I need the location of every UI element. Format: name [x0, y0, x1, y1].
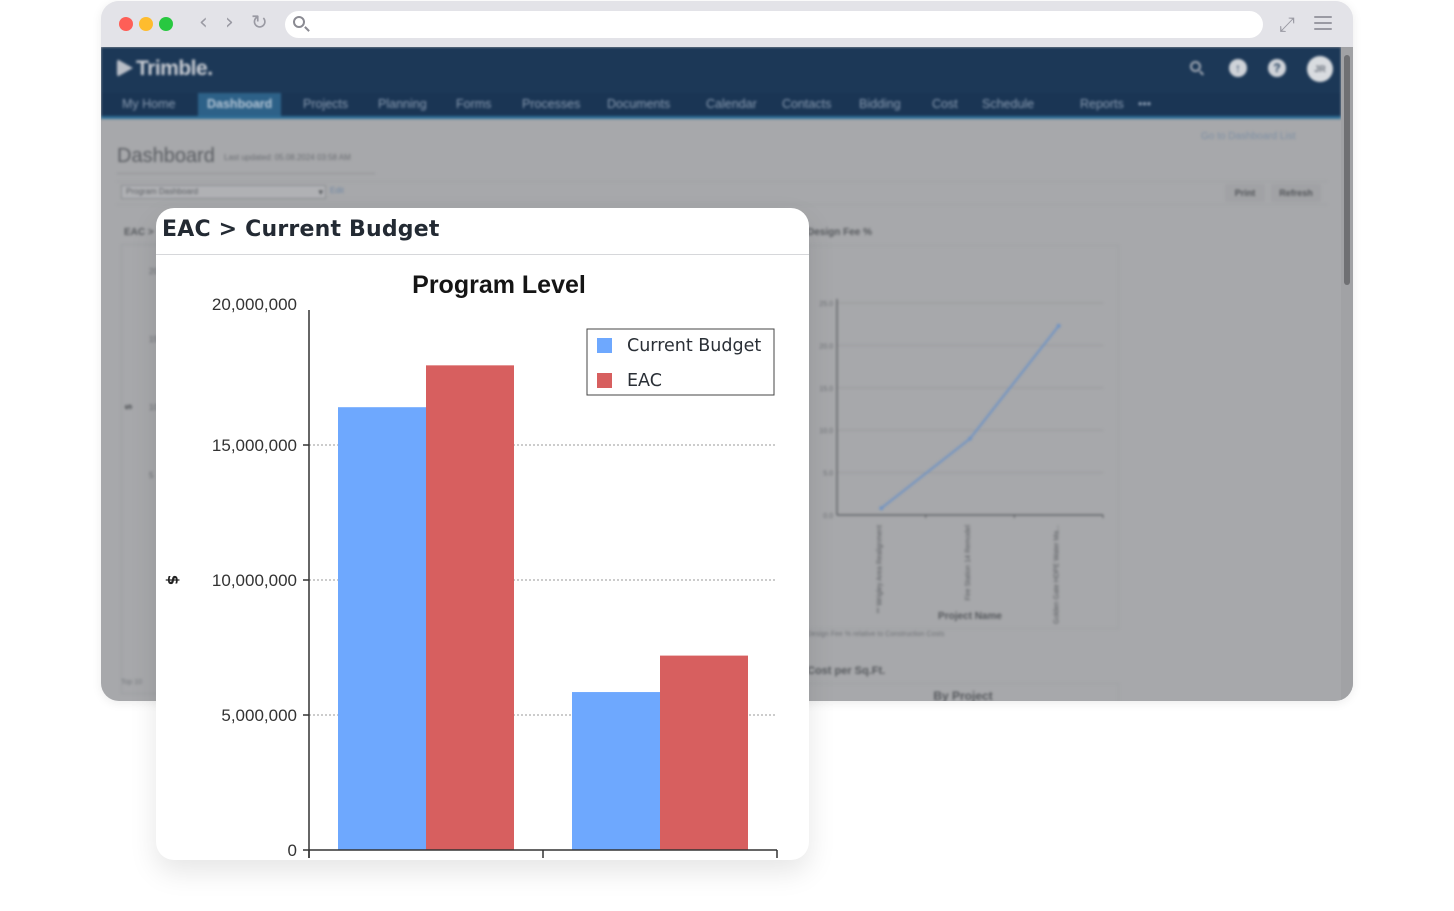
- refresh-button[interactable]: Refresh: [1271, 184, 1321, 202]
- legend-swatch: [597, 373, 612, 388]
- left-widget-ylabel: $: [123, 404, 134, 410]
- bg-data-point: [1056, 323, 1061, 328]
- bg-y-tick-label: 15.0: [819, 386, 833, 393]
- bg-x-tick-label: Fire Station 14 Remodel: [965, 525, 972, 601]
- minimize-window-button[interactable]: [139, 17, 153, 31]
- address-bar[interactable]: [285, 11, 1263, 38]
- left-widget-frame: [121, 244, 161, 694]
- bar-eac: [426, 365, 514, 850]
- logo-text: Trimble.: [136, 57, 213, 80]
- y-tick-label: 15,000,000: [212, 436, 297, 455]
- close-window-button[interactable]: [119, 17, 133, 31]
- nav-item[interactable]: Reports: [1071, 93, 1133, 116]
- left-widget-tick: 5: [149, 471, 154, 480]
- nav-item[interactable]: Documents: [598, 93, 679, 116]
- bg-data-point: [879, 506, 884, 511]
- maximize-window-button[interactable]: [159, 17, 173, 31]
- bg-y-tick-label: 5.0: [823, 471, 833, 478]
- last-updated-text: Last updated: 05.08.2024 03:58 AM: [224, 153, 351, 162]
- nav-item[interactable]: Bidding: [850, 93, 910, 116]
- go-to-dashboard-list-link[interactable]: Go to Dashboard List: [1201, 131, 1296, 142]
- nav-item[interactable]: Processes: [513, 93, 589, 116]
- nav-item[interactable]: •••: [1129, 93, 1160, 116]
- y-tick-label: 5,000,000: [221, 706, 297, 725]
- stage: ‹ › ↻ ⤢ Trimble. ↑ ? JR My Home Dashboard…: [0, 0, 1454, 911]
- cost-per-sqft-title: Cost per Sq.Ft.: [807, 665, 886, 677]
- y-tick-label: 0: [288, 841, 297, 860]
- nav-item[interactable]: Planning: [369, 93, 436, 116]
- back-icon[interactable]: ‹: [199, 11, 208, 35]
- left-widget-title: EAC >: [124, 227, 154, 238]
- nav-item[interactable]: Schedule: [973, 93, 1043, 116]
- legend-label: EAC: [627, 371, 662, 391]
- app-header: Trimble. ↑ ? JR: [101, 47, 1341, 93]
- nav-item[interactable]: Contacts: [773, 93, 840, 116]
- expand-icon[interactable]: ⤢: [1279, 13, 1301, 35]
- page-title: Dashboard: [117, 145, 215, 167]
- nav-item[interactable]: My Home: [113, 93, 184, 116]
- page-scrollbar[interactable]: [1341, 47, 1353, 701]
- y-tick-label: 10,000,000: [212, 571, 297, 590]
- nav-item[interactable]: Cost: [923, 93, 967, 116]
- bg-y-tick-label: 25.0: [819, 301, 833, 308]
- updates-icon[interactable]: ↑: [1229, 59, 1247, 77]
- nav-item[interactable]: Projects: [294, 93, 357, 116]
- nav-item[interactable]: Calendar: [697, 93, 766, 116]
- bg-data-point: [968, 436, 972, 441]
- scrollbar-thumb[interactable]: [1344, 55, 1350, 285]
- design-fee-chart-title: Design Fee %: [807, 227, 873, 238]
- dashboard-select[interactable]: Program Dashboard: [121, 185, 326, 199]
- nav-item[interactable]: Dashboard: [198, 93, 282, 116]
- bar-current-budget: [572, 692, 660, 850]
- reload-icon[interactable]: ↻: [251, 10, 268, 34]
- main-nav: My Home Dashboard Projects Planning Forms Pro…: [101, 93, 1341, 119]
- trimble-logo-icon: [117, 59, 133, 77]
- bg-x-tick-label: ** Wrigley Area Realignment: [876, 525, 883, 613]
- legend-swatch: [597, 338, 612, 353]
- legend-label: Current Budget: [627, 336, 761, 356]
- program-level-chart: Program Level 0 5,000,000 10,000,000 15,000,…: [164, 271, 778, 860]
- left-widget-footer: Top 10: [121, 679, 143, 686]
- help-icon[interactable]: ?: [1268, 59, 1286, 77]
- title-divider: [117, 173, 375, 174]
- y-tick-label: 20,000,000: [212, 295, 297, 314]
- bg-y-tick-label: 0.0: [823, 513, 833, 520]
- menu-icon[interactable]: [1314, 16, 1332, 32]
- chart-title: Program Level: [412, 271, 586, 299]
- design-fee-chart: 0.0 5.0 10.0 15.0 20.0 25.0 ** Wrigley Area Re…: [819, 299, 1104, 624]
- search-icon: [293, 16, 305, 28]
- nav-item[interactable]: Forms: [447, 93, 500, 116]
- y-axis-label: $: [164, 575, 182, 585]
- bg-y-tick-label: 10.0: [819, 428, 833, 435]
- bg-y-tick-label: 20.0: [819, 343, 833, 350]
- forward-icon[interactable]: ›: [225, 11, 234, 35]
- edit-link[interactable]: Edit: [330, 186, 344, 195]
- bar-current-budget: [338, 407, 426, 850]
- chart-card: EAC > Current Budget Program Level 0 5,000…: [156, 208, 809, 860]
- bg-line-series: [880, 325, 1060, 510]
- trimble-logo[interactable]: Trimble.: [117, 57, 213, 81]
- avatar[interactable]: JR: [1307, 56, 1333, 82]
- print-button[interactable]: Print: [1225, 184, 1265, 202]
- bg-x-axis-label: Project Name: [938, 611, 1002, 622]
- bar-eac: [660, 655, 748, 850]
- browser-chrome: ‹ › ↻ ⤢: [101, 1, 1353, 47]
- bg-x-tick-label: Golden Gate HDPE Water Ma...: [1054, 525, 1061, 624]
- design-fee-chart-caption: Design Fee % relative to Construction Co…: [807, 631, 945, 638]
- search-icon[interactable]: [1190, 61, 1201, 72]
- cost-per-sqft-chart-title: By Project: [933, 689, 993, 701]
